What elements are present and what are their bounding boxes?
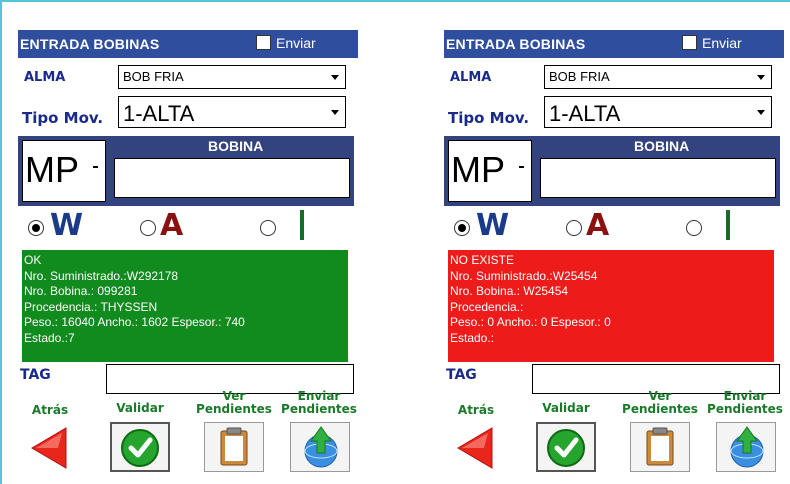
panel-header: ENTRADA BOBINAS Enviar <box>444 30 784 58</box>
tipo-mov-label: Tipo Mov. <box>448 109 530 127</box>
pending-label: Ver Pendientes <box>196 389 272 416</box>
radio-selected-dot <box>32 224 40 232</box>
validate-button[interactable] <box>110 422 170 472</box>
outer-frame-top <box>0 0 790 14</box>
bobina-input[interactable] <box>114 158 350 198</box>
bobina-input[interactable] <box>540 158 776 198</box>
status-bobina: Nro. Bobina.: 099281 <box>24 284 138 298</box>
chevron-down-icon <box>331 75 339 80</box>
enviar-checkbox[interactable] <box>682 35 697 50</box>
status-medidas: Peso.: 16040 Ancho.: 1602 Espesor.: 740 <box>24 315 245 329</box>
check-icon <box>547 429 585 467</box>
chevron-down-icon <box>757 75 765 80</box>
status-procedencia: Procedencia.: THYSSEN <box>24 299 158 314</box>
back-button[interactable] <box>448 422 508 472</box>
radio-i-bar-icon <box>726 210 730 240</box>
panel-header: ENTRADA BOBINAS Enviar <box>18 30 358 58</box>
tipo-mov-label: Tipo Mov. <box>22 109 104 127</box>
status-estado: Estado.:7 <box>24 330 75 345</box>
upload-globe-icon <box>730 426 764 468</box>
status-suministrado: Nro. Suministrado.:W25454 <box>450 268 598 283</box>
radio-i[interactable] <box>260 220 276 236</box>
send-pending-label: Enviar Pendientes <box>707 389 783 416</box>
validate-label: Validar <box>542 401 590 415</box>
bobina-prefix-select[interactable]: MP <box>448 140 532 202</box>
radio-i[interactable] <box>686 220 702 236</box>
tipo-mov-value: 1-ALTA <box>549 101 621 126</box>
dropdown-dash-icon <box>93 166 98 168</box>
back-button[interactable] <box>22 422 82 472</box>
tipo-mov-value: 1-ALTA <box>123 101 195 126</box>
alma-select[interactable]: BOB FRIA <box>118 65 346 89</box>
back-label: Atrás <box>457 403 495 417</box>
enviar-label: Enviar <box>276 35 316 51</box>
status-result: NO EXISTE <box>450 253 515 267</box>
bobina-prefix-select[interactable]: MP <box>22 140 106 202</box>
panel-title: ENTRADA BOBINAS <box>446 36 586 52</box>
entrada-panel-error: ENTRADA BOBINAS Enviar ALMA BOB FRIA Tip… <box>444 30 784 484</box>
alma-label: ALMA <box>450 70 492 85</box>
outer-frame-left <box>0 0 14 484</box>
dropdown-dash-icon <box>519 166 524 168</box>
tipo-mov-select[interactable]: 1-ALTA <box>118 96 346 128</box>
alma-label: ALMA <box>24 70 66 85</box>
alma-select[interactable]: BOB FRIA <box>544 65 772 89</box>
tag-label: TAG <box>20 367 51 383</box>
clipboard-icon <box>646 427 674 466</box>
back-arrow-icon <box>457 427 493 469</box>
tag-label: TAG <box>446 367 477 383</box>
chevron-down-icon <box>331 110 339 115</box>
validate-button[interactable] <box>536 422 596 472</box>
bobina-prefix-value: MP <box>25 149 79 190</box>
status-procedencia: Procedencia.: <box>450 299 524 314</box>
back-arrow-icon <box>31 427 67 469</box>
status-estado: Estado.: <box>450 330 495 345</box>
radio-w[interactable] <box>454 220 470 236</box>
bobina-title: BOBINA <box>208 138 264 154</box>
bobina-area: BOBINA MP <box>18 136 354 206</box>
radio-w-label: W <box>50 208 84 243</box>
chevron-down-icon <box>757 110 765 115</box>
alma-value: BOB FRIA <box>123 69 184 84</box>
radio-a[interactable] <box>140 220 156 236</box>
status-box: NO EXISTE Nro. Suministrado.:W25454 Nro.… <box>448 250 774 362</box>
radio-a-label: A <box>586 208 610 243</box>
send-pending-button[interactable] <box>716 422 776 472</box>
radio-i-bar-icon <box>300 210 304 240</box>
enviar-checkbox[interactable] <box>256 35 271 50</box>
status-box: OK Nro. Suministrado.:W292178 Nro. Bobin… <box>22 250 348 362</box>
bobina-area: BOBINA MP <box>444 136 780 206</box>
radio-a[interactable] <box>566 220 582 236</box>
radio-w-label: W <box>476 208 510 243</box>
back-label: Atrás <box>31 403 69 417</box>
panel-title: ENTRADA BOBINAS <box>20 36 160 52</box>
view-pending-button[interactable] <box>204 422 264 472</box>
radio-a-label: A <box>160 208 184 243</box>
status-bobina: Nro. Bobina.: W25454 <box>450 284 569 298</box>
send-pending-button[interactable] <box>290 422 350 472</box>
pending-label: Ver Pendientes <box>622 389 698 416</box>
status-suministrado: Nro. Suministrado.:W292178 <box>24 268 179 283</box>
send-pending-label: Enviar Pendientes <box>281 389 357 416</box>
radio-selected-dot <box>458 224 466 232</box>
tipo-mov-select[interactable]: 1-ALTA <box>544 96 772 128</box>
validate-label: Validar <box>116 401 164 415</box>
enviar-label: Enviar <box>702 35 742 51</box>
check-icon <box>121 429 159 467</box>
entrada-panel-ok: ENTRADA BOBINAS Enviar ALMA BOB FRIA Tip… <box>18 30 358 484</box>
bobina-title: BOBINA <box>634 138 690 154</box>
alma-value: BOB FRIA <box>549 69 610 84</box>
upload-globe-icon <box>304 426 338 468</box>
clipboard-icon <box>220 427 248 466</box>
view-pending-button[interactable] <box>630 422 690 472</box>
status-medidas: Peso.: 0 Ancho.: 0 Espesor.: 0 <box>450 315 611 329</box>
radio-w[interactable] <box>28 220 44 236</box>
status-result: OK <box>24 253 42 267</box>
bobina-prefix-value: MP <box>451 149 505 190</box>
